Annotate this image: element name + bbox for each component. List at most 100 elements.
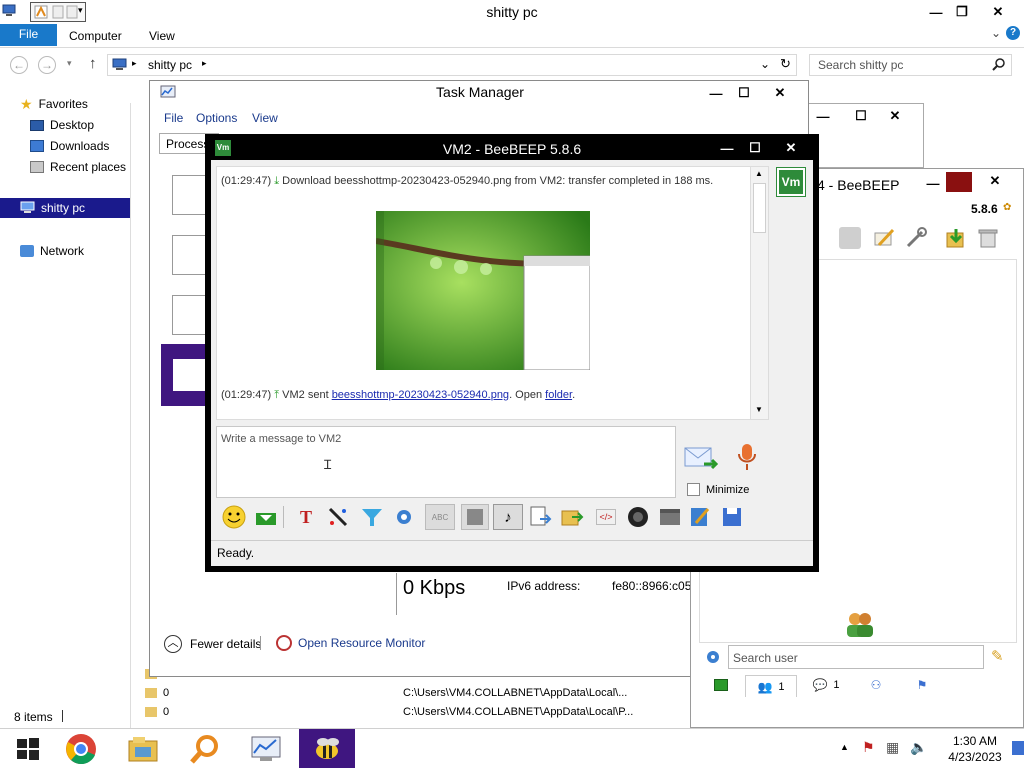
- edit-icon[interactable]: [873, 227, 895, 249]
- back-arrow-icon[interactable]: ←: [10, 56, 28, 74]
- search-icon[interactable]: [992, 58, 1006, 72]
- folder-link[interactable]: folder: [545, 389, 572, 401]
- file-row[interactable]: 0 C:\Users\VM4.COLLABNET\AppData\Local\.…: [143, 683, 689, 702]
- chrome-taskbar-button[interactable]: [53, 729, 109, 768]
- tools-icon[interactable]: [905, 227, 927, 249]
- save-icon[interactable]: [719, 504, 745, 530]
- menu-view[interactable]: View: [252, 111, 278, 125]
- send-icon[interactable]: [684, 444, 718, 472]
- search-box[interactable]: Search shitty pc: [809, 54, 1012, 76]
- nav-network[interactable]: Network: [20, 241, 84, 261]
- trash-icon[interactable]: [977, 227, 999, 249]
- recent-locations-icon[interactable]: ▾: [67, 58, 72, 69]
- tab-chats[interactable]: 💬 1: [801, 675, 851, 695]
- show-desktop-button[interactable]: [1012, 741, 1024, 755]
- perf-graph-thumb[interactable]: [172, 235, 208, 275]
- nav-desktop[interactable]: Desktop: [30, 115, 94, 135]
- settings-icon[interactable]: [391, 504, 417, 530]
- view-tab[interactable]: View: [149, 29, 175, 43]
- beebeep-taskbar-button[interactable]: [299, 729, 355, 768]
- file-row[interactable]: 0 C:\Users\VM4.COLLABNET\AppData\Local\P…: [143, 702, 689, 721]
- nav-favorites[interactable]: ★ Favorites: [20, 94, 88, 114]
- tab-share[interactable]: ⚑: [901, 675, 943, 695]
- explorer-taskbar-button[interactable]: [115, 729, 171, 768]
- network-settings-icon[interactable]: [705, 649, 721, 665]
- maximize-button[interactable]: ☐: [845, 104, 877, 128]
- file-link[interactable]: beesshottmp-20230423-052940.png: [332, 389, 509, 401]
- avatar[interactable]: Vm: [776, 167, 806, 197]
- breadcrumb-separator-icon[interactable]: ▸: [132, 58, 137, 69]
- font-icon[interactable]: T: [293, 504, 319, 530]
- address-dropdown-icon[interactable]: ⌄: [760, 57, 770, 71]
- microphone-icon[interactable]: [736, 442, 758, 472]
- start-button[interactable]: [0, 729, 56, 768]
- search-input[interactable]: Search shitty pc: [818, 58, 903, 72]
- maximize-button[interactable]: ☐: [728, 81, 760, 105]
- search-user-input[interactable]: Search user: [728, 645, 984, 669]
- send-folder-icon[interactable]: [559, 504, 585, 530]
- minimize-button[interactable]: —: [807, 104, 839, 128]
- autocomplete-icon[interactable]: [461, 504, 489, 530]
- emoticon-icon[interactable]: [221, 504, 247, 530]
- color-icon[interactable]: [325, 504, 351, 530]
- maximize-button[interactable]: [946, 172, 972, 192]
- fewer-details-button[interactable]: ︿ Fewer details: [164, 635, 261, 653]
- close-button[interactable]: ✕: [764, 81, 796, 105]
- breadcrumb-item[interactable]: shitty pc: [148, 58, 192, 72]
- scroll-up-icon[interactable]: ▲: [755, 169, 763, 178]
- up-arrow-icon[interactable]: ↑: [89, 55, 97, 72]
- close-button[interactable]: ✕: [879, 104, 911, 128]
- perf-graph-thumb[interactable]: [172, 295, 208, 335]
- menu-options[interactable]: Options: [196, 111, 237, 125]
- clear-search-icon[interactable]: ✎: [991, 647, 1004, 665]
- volume-tray-icon[interactable]: 🔈: [910, 739, 927, 756]
- download-folder-icon[interactable]: [945, 227, 967, 249]
- breadcrumb-separator-icon[interactable]: ▸: [202, 58, 207, 69]
- scroll-down-icon[interactable]: ▼: [755, 405, 763, 414]
- menu-file[interactable]: File: [164, 111, 183, 125]
- send-file-icon[interactable]: [527, 504, 553, 530]
- nav-downloads[interactable]: Downloads: [30, 136, 109, 156]
- address-bar[interactable]: ▸ shitty pc ▸ ⌄ ↻: [107, 54, 797, 76]
- archive-icon[interactable]: [657, 504, 683, 530]
- sound-icon[interactable]: ♪: [493, 504, 523, 530]
- minimize-button[interactable]: —: [917, 171, 949, 195]
- message-input[interactable]: Write a message to VM2 Ɪ: [216, 426, 676, 498]
- close-button[interactable]: ✕: [775, 136, 807, 160]
- minimize-checkbox[interactable]: Minimize: [687, 483, 749, 496]
- maximize-button[interactable]: ❐: [946, 0, 978, 24]
- screenshot-preview[interactable]: [376, 211, 590, 370]
- tab-groups[interactable]: ⚇: [855, 675, 897, 695]
- nav-this-pc[interactable]: shitty pc: [0, 198, 130, 218]
- close-button[interactable]: ✕: [979, 169, 1011, 193]
- code-icon[interactable]: </>: [593, 504, 619, 530]
- ribbon-expand-icon[interactable]: ⌄: [991, 26, 1001, 40]
- maximize-button[interactable]: ☐: [739, 136, 771, 160]
- clock[interactable]: 1:30 AM 4/23/2023: [940, 733, 1010, 765]
- forward-arrow-icon[interactable]: →: [38, 56, 56, 74]
- refresh-icon[interactable]: ↻: [780, 56, 791, 72]
- help-icon[interactable]: ?: [1006, 26, 1020, 40]
- nav-recent-places[interactable]: Recent places: [30, 157, 126, 177]
- tab-home[interactable]: [701, 675, 741, 695]
- search-taskbar-button[interactable]: [177, 729, 233, 768]
- computer-tab[interactable]: Computer: [69, 29, 122, 43]
- mail-icon[interactable]: [839, 227, 861, 249]
- tab-users[interactable]: 👥 1: [745, 675, 797, 697]
- spellcheck-icon[interactable]: ABC: [425, 504, 455, 530]
- perf-selected-item[interactable]: [161, 344, 211, 406]
- show-hidden-icons[interactable]: ▲: [840, 742, 849, 752]
- network-tray-icon[interactable]: ▦: [886, 739, 899, 756]
- save-chat-icon[interactable]: [253, 504, 279, 530]
- open-resource-monitor-link[interactable]: Open Resource Monitor: [276, 635, 425, 651]
- file-tab[interactable]: File: [0, 24, 57, 46]
- chat-scrollbar[interactable]: ▲ ▼: [750, 167, 768, 419]
- note-icon[interactable]: [687, 504, 713, 530]
- close-button[interactable]: ✕: [982, 0, 1014, 24]
- scroll-thumb[interactable]: [753, 183, 766, 233]
- filter-icon[interactable]: [359, 504, 385, 530]
- screenshot-icon[interactable]: [625, 504, 651, 530]
- perf-graph-thumb[interactable]: [172, 175, 208, 215]
- task-manager-taskbar-button[interactable]: [238, 729, 294, 768]
- flag-alert-icon[interactable]: ⚑: [862, 739, 875, 756]
